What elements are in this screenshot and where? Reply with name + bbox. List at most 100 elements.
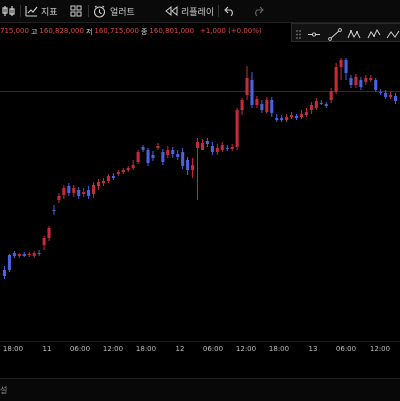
candle xyxy=(270,97,274,117)
candle xyxy=(309,102,313,114)
candle xyxy=(389,92,393,99)
candle-body xyxy=(205,141,209,144)
candle-body xyxy=(324,104,328,106)
candle-body xyxy=(215,148,219,152)
indicator-toggle-icon[interactable] xyxy=(2,0,16,22)
candle-body xyxy=(235,110,239,147)
layouts-button[interactable] xyxy=(70,0,82,22)
candle-body xyxy=(52,210,56,211)
candle-body xyxy=(334,67,338,92)
x-tick-label: 12:00 xyxy=(102,345,124,353)
toolbar-divider xyxy=(20,5,21,17)
candle-body xyxy=(191,165,195,170)
candle-body xyxy=(250,80,254,105)
candle xyxy=(225,145,229,151)
candle xyxy=(57,193,61,203)
candlestick-chart[interactable] xyxy=(0,40,400,340)
candle xyxy=(191,158,195,178)
candle-body xyxy=(47,228,51,238)
candle-body xyxy=(77,190,81,196)
candle xyxy=(92,182,96,198)
x-tick-label: 06:00 xyxy=(202,345,224,353)
candle-body xyxy=(121,170,125,172)
x-tick-label: 12 xyxy=(175,345,185,353)
candle xyxy=(96,179,101,190)
projection-tool-icon[interactable] xyxy=(386,26,400,39)
candle-body xyxy=(116,172,120,174)
candle xyxy=(116,170,120,176)
pattern-tool-icon[interactable] xyxy=(347,26,361,39)
undo-button[interactable] xyxy=(224,0,236,22)
high-label: 고 xyxy=(30,28,38,36)
candle-body xyxy=(82,192,86,194)
candle-body xyxy=(2,270,7,276)
trend-line-tool-icon[interactable] xyxy=(328,26,342,41)
chart-toolbar: 지표 얼러트 리플레이 xyxy=(0,0,400,23)
candle-body xyxy=(299,114,304,117)
candle xyxy=(354,74,358,88)
candle-body xyxy=(141,147,145,150)
candle-body xyxy=(151,155,155,158)
candle-body xyxy=(384,93,388,97)
alert-label: 얼러트 xyxy=(110,7,135,18)
candle-body xyxy=(275,118,279,120)
candle-body xyxy=(101,181,106,183)
candle xyxy=(166,146,170,158)
candle xyxy=(319,100,323,105)
alert-button[interactable]: 얼러트 xyxy=(93,0,135,22)
candle xyxy=(106,174,110,183)
candle-body xyxy=(294,116,299,118)
candle xyxy=(393,93,398,104)
candle-body xyxy=(156,146,160,148)
candle-body xyxy=(96,182,101,186)
candle xyxy=(42,236,46,250)
elliott-wave-tool-icon[interactable] xyxy=(367,26,381,39)
candle-body xyxy=(72,188,76,193)
candle-body xyxy=(126,168,130,170)
candle-body xyxy=(265,100,269,112)
bottom-panel-label[interactable]: 설 xyxy=(0,385,7,396)
open-value: 715,000 xyxy=(0,27,29,35)
candle xyxy=(17,253,21,258)
replay-button[interactable]: 리플레이 xyxy=(165,0,214,22)
candle-body xyxy=(339,60,343,67)
candle xyxy=(32,251,36,258)
candle-body xyxy=(285,117,289,120)
candle xyxy=(324,102,328,108)
candle-body xyxy=(220,145,224,150)
x-tick-label: 12:00 xyxy=(235,345,257,353)
candle-body xyxy=(255,99,259,105)
toolbar-divider xyxy=(88,5,89,17)
replay-label: 리플레이 xyxy=(181,7,215,18)
candle-body xyxy=(171,150,175,154)
indicators-button[interactable]: 지표 xyxy=(25,0,58,22)
candle-body xyxy=(131,165,135,168)
candle xyxy=(240,98,244,115)
horizontal-line-tool-icon[interactable] xyxy=(307,26,321,39)
candle xyxy=(161,149,165,165)
candle xyxy=(329,88,333,103)
candle xyxy=(210,142,214,155)
candle xyxy=(334,63,338,94)
indicators-icon xyxy=(25,5,38,17)
toolbar-divider xyxy=(218,5,219,17)
candle xyxy=(304,108,308,117)
redo-button[interactable] xyxy=(252,0,264,22)
x-tick-label: 11 xyxy=(42,345,52,353)
candle xyxy=(126,166,130,172)
candle xyxy=(280,115,284,122)
time-axis: 18:00 11 06:00 12:00 18:00 12 06:00 12:0… xyxy=(0,341,400,357)
candle xyxy=(67,183,71,196)
candle xyxy=(22,252,26,257)
candle xyxy=(156,143,160,150)
candle xyxy=(195,138,200,200)
ohlc-legend: 715,000 고 160,828,000 저 160,715,000 종 16… xyxy=(0,27,262,39)
candle-body xyxy=(17,254,21,256)
redo-icon xyxy=(252,6,264,16)
candle xyxy=(250,72,254,108)
candle-body xyxy=(62,188,66,195)
candle xyxy=(369,75,373,82)
candle xyxy=(82,188,86,197)
candle-body xyxy=(12,253,16,256)
candle xyxy=(72,185,76,197)
